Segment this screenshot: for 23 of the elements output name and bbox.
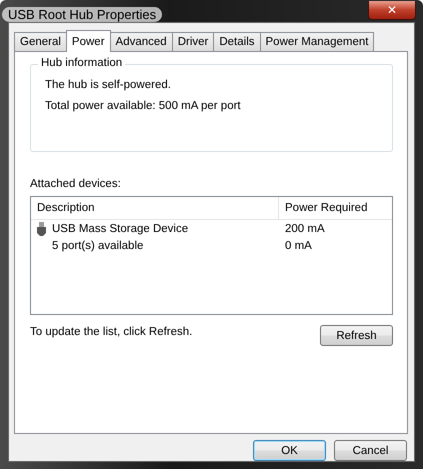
usb-plug-icon — [37, 222, 46, 236]
refresh-button[interactable]: Refresh — [320, 325, 393, 346]
power-value: 200 mA — [284, 222, 325, 234]
dialog-button[interactable]: Cancel — [334, 440, 407, 461]
power-value: 0 mA — [284, 240, 312, 252]
tab[interactable]: Driver — [172, 32, 214, 51]
tab[interactable]: Power Management — [260, 32, 374, 51]
group-title: Hub information — [38, 57, 126, 69]
window-title: USB Root Hub Properties — [2, 7, 162, 22]
device-name: USB Mass Storage Device — [52, 222, 188, 234]
device-name: 5 port(s) available — [52, 240, 144, 252]
tab[interactable]: Details — [213, 32, 260, 51]
tab[interactable]: Power — [66, 30, 111, 52]
column-header[interactable]: Power Required — [279, 197, 368, 219]
hint-text: To update the list, click Refresh. — [30, 326, 192, 338]
list-label: Attached devices: — [30, 178, 122, 190]
info-text: Total power available: 500 mA per port — [45, 100, 242, 112]
column-header[interactable]: Description — [31, 197, 279, 219]
info-text: The hub is self-powered. — [45, 79, 172, 91]
tab[interactable]: General — [14, 32, 66, 51]
dialog-button[interactable]: OK — [253, 440, 326, 461]
tab[interactable]: Advanced — [110, 32, 172, 51]
close-button[interactable]: ✕ — [368, 1, 416, 20]
